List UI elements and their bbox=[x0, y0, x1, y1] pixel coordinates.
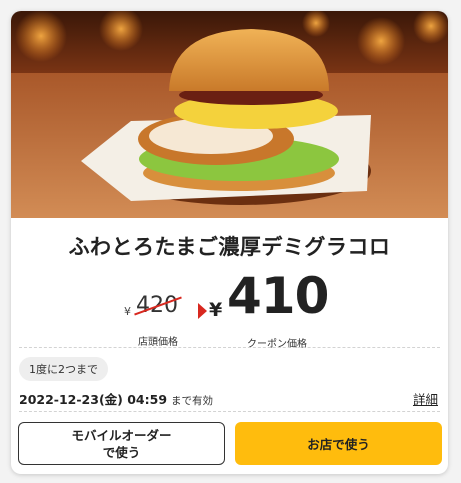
original-price-caption: 店頭価格 bbox=[138, 337, 178, 348]
red-triangle-right-icon bbox=[198, 303, 207, 319]
expiry-note: まで有効 bbox=[171, 395, 214, 407]
expiry-info: 2022-12-23(金) 04:59 まで有効 bbox=[19, 389, 213, 408]
usage-limit-badge: 1度に2つまで bbox=[19, 357, 108, 381]
use-in-store-label: お店で使う bbox=[307, 437, 370, 452]
divider bbox=[19, 347, 440, 348]
price-row: ¥ 420 店頭価格 ¥ 410 クーポン価格 bbox=[11, 267, 448, 350]
coupon-price-value: 410 bbox=[227, 267, 329, 325]
coupon-price: ¥ 410 クーポン価格 bbox=[209, 267, 339, 350]
divider bbox=[19, 411, 440, 412]
product-photo bbox=[11, 11, 448, 218]
use-in-store-button[interactable]: お店で使う bbox=[235, 422, 442, 465]
mobile-order-label-line1: モバイルオーダー bbox=[71, 427, 172, 443]
original-price: ¥ 420 店頭価格 bbox=[124, 293, 204, 348]
coupon-price-currency: ¥ bbox=[209, 299, 223, 321]
product-name: ふわとろたまご濃厚デミグラコロ bbox=[68, 235, 391, 259]
detail-link[interactable]: 詳細 bbox=[413, 389, 438, 408]
mobile-order-label-line2: で使う bbox=[102, 444, 141, 460]
expiry-date: 2022-12-23(金) 04:59 bbox=[19, 392, 168, 407]
mobile-order-button[interactable]: モバイルオーダー で使う bbox=[18, 422, 225, 465]
coupon-card: ふわとろたまご濃厚デミグラコロ ¥ 420 店頭価格 ¥ 410 クーポン価格 … bbox=[11, 11, 448, 474]
original-price-currency: ¥ bbox=[124, 305, 131, 318]
